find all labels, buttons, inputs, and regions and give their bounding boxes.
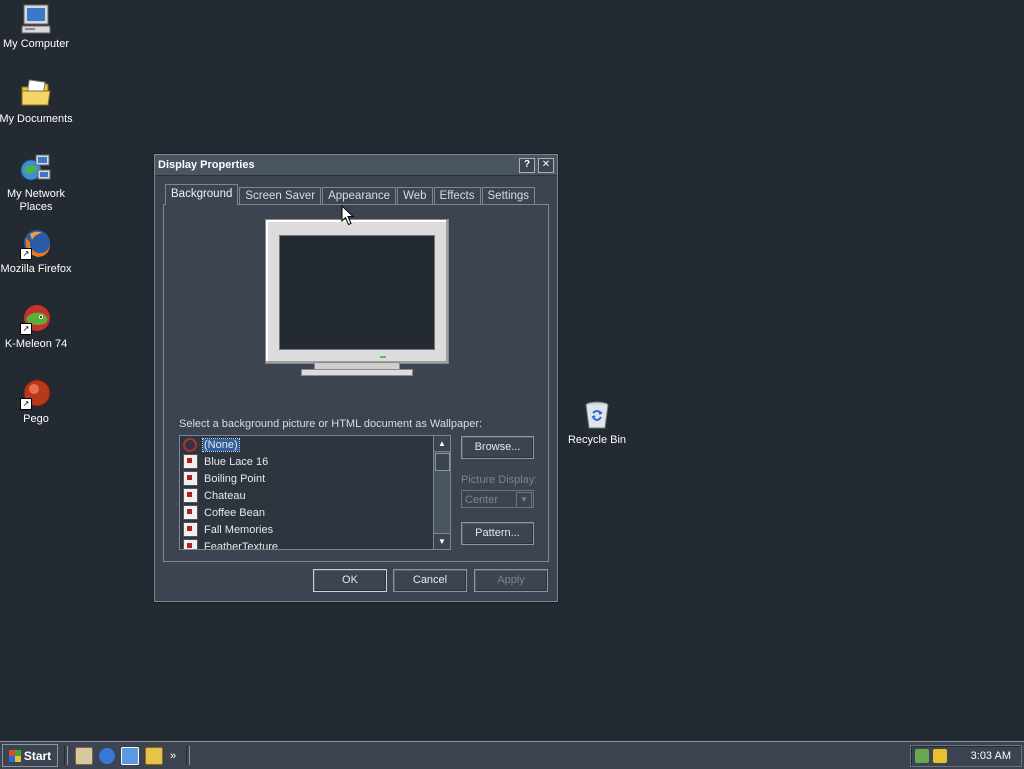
- scroll-down-icon[interactable]: ▼: [434, 533, 450, 549]
- start-button[interactable]: Start: [2, 744, 58, 767]
- html-file-icon: [183, 471, 198, 486]
- cancel-button[interactable]: Cancel: [393, 569, 467, 592]
- list-item[interactable]: Chateau: [180, 487, 450, 504]
- shortcut-arrow-icon: ↗: [20, 398, 32, 410]
- list-item[interactable]: FeatherTexture: [180, 538, 450, 550]
- wallpaper-label: Select a background picture or HTML docu…: [179, 418, 483, 430]
- desktop-icon-label: Mozilla Firefox: [0, 263, 72, 275]
- tab-strip: Background Screen Saver Appearance Web E…: [165, 184, 536, 205]
- tab-appearance[interactable]: Appearance: [322, 187, 397, 205]
- list-item[interactable]: Boiling Point: [180, 470, 450, 487]
- background-tab-panel: Select a background picture or HTML docu…: [163, 204, 549, 562]
- picture-display-select[interactable]: Center ▼: [461, 490, 534, 508]
- bitmap-file-icon: [183, 539, 198, 549]
- windows-logo-icon: [8, 749, 21, 762]
- list-item[interactable]: Blue Lace 16: [180, 453, 450, 470]
- list-item-label: Chateau: [204, 489, 246, 502]
- monitor-led: [380, 356, 386, 358]
- outlook-express-icon[interactable]: [121, 746, 139, 765]
- tab-web[interactable]: Web: [397, 187, 433, 205]
- windows-explorer-icon[interactable]: [145, 746, 163, 765]
- start-label: Start: [23, 748, 52, 763]
- none-icon: [183, 437, 197, 452]
- pattern-button[interactable]: Pattern...: [461, 522, 534, 545]
- listbox-scrollbar[interactable]: ▲ ▼: [433, 436, 450, 549]
- desktop-icon-firefox[interactable]: ↗ Mozilla Firefox: [0, 228, 74, 276]
- clock[interactable]: 3:03 AM: [971, 750, 1011, 762]
- bitmap-file-icon: [183, 505, 198, 520]
- desktop-icon-label: My Computer: [2, 38, 70, 50]
- desktop-icon-label: Pego: [23, 413, 49, 425]
- scroll-thumb[interactable]: [435, 453, 450, 471]
- network-places-icon: [20, 153, 52, 185]
- monitor-preview: [265, 219, 449, 364]
- list-item[interactable]: Fall Memories: [180, 521, 450, 538]
- list-item-label: Fall Memories: [204, 523, 274, 536]
- scroll-up-icon[interactable]: ▲: [434, 436, 450, 452]
- monitor-base: [301, 369, 413, 376]
- tab-settings[interactable]: Settings: [481, 187, 536, 205]
- network-tray-icon[interactable]: [915, 749, 929, 763]
- recycle-bin-icon: [581, 399, 613, 431]
- dialog-titlebar[interactable]: Display Properties ? ✕: [155, 155, 557, 176]
- desktop-icon-my-computer[interactable]: My Computer: [0, 3, 74, 51]
- html-file-icon: [183, 488, 198, 503]
- close-button[interactable]: ✕: [538, 157, 554, 173]
- my-computer-icon: [20, 3, 52, 35]
- ok-button[interactable]: OK: [313, 569, 387, 592]
- desktop-icon-label: My Documents: [0, 113, 73, 125]
- bitmap-file-icon: [183, 454, 198, 469]
- list-item[interactable]: (None): [180, 436, 450, 453]
- desktop-icon-label: K-Meleon 74: [4, 338, 68, 350]
- display-properties-dialog: Display Properties ? ✕ Background Screen…: [154, 154, 558, 602]
- quick-launch-more-icon[interactable]: »: [170, 750, 176, 762]
- help-button[interactable]: ?: [519, 157, 535, 173]
- volume-tray-icon[interactable]: [933, 749, 947, 763]
- desktop-icon-label: Recycle Bin: [567, 434, 627, 446]
- desktop-icon-recycle-bin[interactable]: Recycle Bin: [559, 399, 635, 447]
- desktop-icon-my-documents[interactable]: My Documents: [0, 78, 74, 126]
- internet-explorer-icon[interactable]: [99, 747, 115, 764]
- list-item-label: Boiling Point: [204, 472, 266, 485]
- wallpaper-listbox[interactable]: (None) Blue Lace 16 Boiling Point Chatea…: [179, 435, 451, 550]
- list-item-label: (None): [202, 437, 240, 452]
- my-documents-icon: [20, 78, 52, 110]
- html-file-icon: [183, 522, 198, 537]
- desktop-icon-k-meleon[interactable]: ↗ K-Meleon 74: [0, 303, 74, 351]
- system-tray: 3:03 AM: [910, 745, 1022, 767]
- tab-screen-saver[interactable]: Screen Saver: [239, 187, 322, 205]
- shortcut-arrow-icon: ↗: [20, 323, 32, 335]
- taskbar-separator: [186, 746, 191, 765]
- dialog-title: Display Properties: [158, 159, 255, 171]
- list-item-label: Blue Lace 16: [204, 455, 269, 468]
- picture-display-value: Center: [465, 494, 499, 506]
- monitor-preview-screen: [279, 235, 435, 350]
- apply-button[interactable]: Apply: [474, 569, 548, 592]
- picture-display-label: Picture Display:: [461, 474, 538, 486]
- list-item[interactable]: Coffee Bean: [180, 504, 450, 521]
- tab-effects[interactable]: Effects: [433, 187, 481, 205]
- desktop-icon-network-places[interactable]: My Network Places: [0, 153, 74, 214]
- desktop-icon-label: My Network Places: [6, 188, 66, 213]
- firefox-icon: ↗: [20, 228, 52, 260]
- tab-background[interactable]: Background: [165, 184, 239, 205]
- shortcut-arrow-icon: ↗: [20, 248, 32, 260]
- taskbar: Start » 3:03 AM: [0, 741, 1024, 769]
- browse-button[interactable]: Browse...: [461, 436, 534, 459]
- pego-icon: ↗: [20, 378, 52, 410]
- show-desktop-icon[interactable]: [75, 746, 93, 765]
- desktop-icon-pego[interactable]: ↗ Pego: [0, 378, 74, 426]
- chevron-down-icon: ▼: [516, 492, 532, 508]
- k-meleon-icon: ↗: [20, 303, 52, 335]
- list-item-label: FeatherTexture: [204, 540, 278, 550]
- mouse-pointer-icon: [341, 204, 355, 229]
- quick-launch-separator: [64, 746, 68, 765]
- list-item-label: Coffee Bean: [204, 506, 265, 519]
